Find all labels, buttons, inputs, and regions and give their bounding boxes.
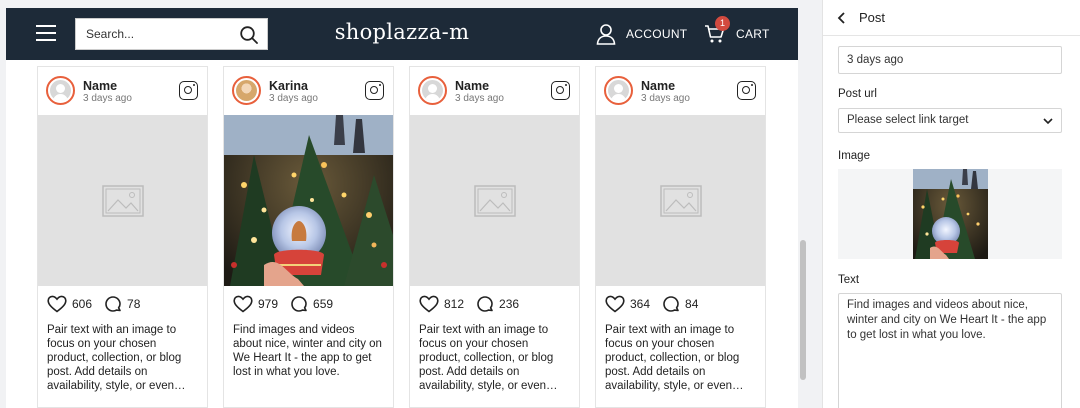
post-image-placeholder[interactable]: [38, 115, 207, 286]
post-author: Name: [455, 79, 490, 93]
hamburger-menu-icon[interactable]: [36, 25, 56, 43]
post-time: 3 days ago: [83, 93, 132, 104]
post-text-textarea[interactable]: Find images and videos about nice, winte…: [838, 293, 1062, 408]
image-placeholder-icon: [474, 185, 516, 217]
comment-button[interactable]: 236: [476, 295, 519, 313]
christmas-tree-photo: [224, 107, 393, 286]
preview-frame: shoplazza-m ACCOUNT 1 CART: [6, 8, 798, 408]
post-text: Pair text with an image to focus on your…: [419, 324, 558, 392]
post-text: Find images and videos about nice, winte…: [233, 324, 382, 378]
like-count: 364: [630, 297, 651, 311]
heart-icon: [419, 295, 439, 313]
app-root: shoplazza-m ACCOUNT 1 CART: [0, 0, 1080, 408]
avatar[interactable]: [46, 76, 75, 105]
like-button[interactable]: 979: [233, 295, 278, 313]
post-card: Name 3 days ago 364 84 Pair text with an…: [595, 66, 766, 408]
post-header: Name 3 days ago: [38, 67, 207, 115]
post-author: Name: [83, 79, 118, 93]
comment-icon: [477, 296, 493, 312]
cart-label: CART: [736, 27, 770, 41]
image-picker[interactable]: [838, 169, 1062, 259]
post-stats: 812 236: [410, 286, 579, 322]
post-header: Name 3 days ago: [410, 67, 579, 115]
panel-title: Post: [859, 10, 886, 25]
search-input[interactable]: [76, 19, 226, 49]
comment-count: 84: [685, 297, 699, 311]
post-date-field[interactable]: 3 days ago: [838, 46, 1062, 74]
image-label: Image: [838, 150, 870, 162]
post-stats: 979 659: [224, 286, 393, 322]
post-image-placeholder[interactable]: [410, 115, 579, 286]
preview-scrollbar[interactable]: [800, 240, 806, 380]
store-header: shoplazza-m ACCOUNT 1 CART: [6, 8, 798, 60]
comment-count: 236: [499, 297, 520, 311]
cart-icon-wrap: 1: [704, 16, 730, 45]
instagram-icon[interactable]: [737, 81, 756, 100]
post-image[interactable]: [224, 107, 393, 286]
heart-icon: [47, 295, 67, 313]
post-card: Karina 3 days ago 979 659 Find images an…: [223, 66, 394, 408]
post-text: Pair text with an image to focus on your…: [47, 324, 186, 392]
like-count: 606: [72, 297, 93, 311]
heart-icon: [233, 295, 253, 313]
cart-count-badge: 1: [715, 16, 730, 31]
post-time: 3 days ago: [455, 93, 504, 104]
instagram-icon[interactable]: [179, 81, 198, 100]
post-stats: 606 78: [38, 286, 207, 322]
image-placeholder-icon: [102, 185, 144, 217]
search-icon[interactable]: [239, 25, 259, 45]
image-placeholder-icon: [660, 185, 702, 217]
avatar[interactable]: [604, 76, 633, 105]
comment-button[interactable]: 84: [662, 295, 698, 313]
post-url-select[interactable]: Please select link target: [838, 108, 1062, 133]
post-image-placeholder[interactable]: [596, 115, 765, 286]
like-count: 979: [258, 297, 279, 311]
heart-icon: [605, 295, 625, 313]
post-header: Name 3 days ago: [596, 67, 765, 115]
account-link[interactable]: ACCOUNT: [596, 22, 687, 46]
post-url-value: Please select link target: [847, 114, 969, 126]
image-thumbnail: [913, 169, 988, 259]
post-author: Karina: [269, 79, 308, 93]
back-button[interactable]: Post: [823, 0, 1080, 36]
search-box: [75, 18, 268, 50]
post-card: Name 3 days ago 812 236 Pair text with a…: [409, 66, 580, 408]
comment-icon: [105, 296, 121, 312]
comment-button[interactable]: 659: [290, 295, 333, 313]
post-card: Name 3 days ago 606 78 Pair text with an…: [37, 66, 208, 408]
cart-link[interactable]: 1 CART: [704, 16, 770, 46]
like-button[interactable]: 606: [47, 295, 92, 313]
comment-count: 659: [313, 297, 334, 311]
post-text: Pair text with an image to focus on your…: [605, 324, 744, 392]
avatar[interactable]: [418, 76, 447, 105]
chevron-left-icon: [837, 11, 845, 24]
post-time: 3 days ago: [269, 93, 318, 104]
post-time: 3 days ago: [641, 93, 690, 104]
post-author: Name: [641, 79, 676, 93]
comment-icon: [663, 296, 679, 312]
avatar[interactable]: [232, 76, 261, 105]
instagram-icon[interactable]: [551, 81, 570, 100]
post-header: Karina 3 days ago: [224, 67, 393, 115]
store-preview: shoplazza-m ACCOUNT 1 CART: [0, 0, 812, 408]
instagram-feed: Name 3 days ago 606 78 Pair text with an…: [37, 66, 767, 408]
account-label: ACCOUNT: [626, 27, 688, 41]
chevron-down-icon: [1043, 118, 1053, 125]
post-url-label: Post url: [838, 88, 877, 100]
comment-icon: [291, 296, 307, 312]
settings-panel: Post 3 days ago Post url Please select l…: [822, 0, 1080, 408]
like-count: 812: [444, 297, 465, 311]
user-icon: [596, 24, 616, 45]
text-label: Text: [838, 274, 860, 286]
comment-button[interactable]: 78: [104, 295, 140, 313]
like-button[interactable]: 364: [605, 295, 650, 313]
comment-count: 78: [127, 297, 141, 311]
post-stats: 364 84: [596, 286, 765, 322]
instagram-icon[interactable]: [365, 81, 384, 100]
like-button[interactable]: 812: [419, 295, 464, 313]
